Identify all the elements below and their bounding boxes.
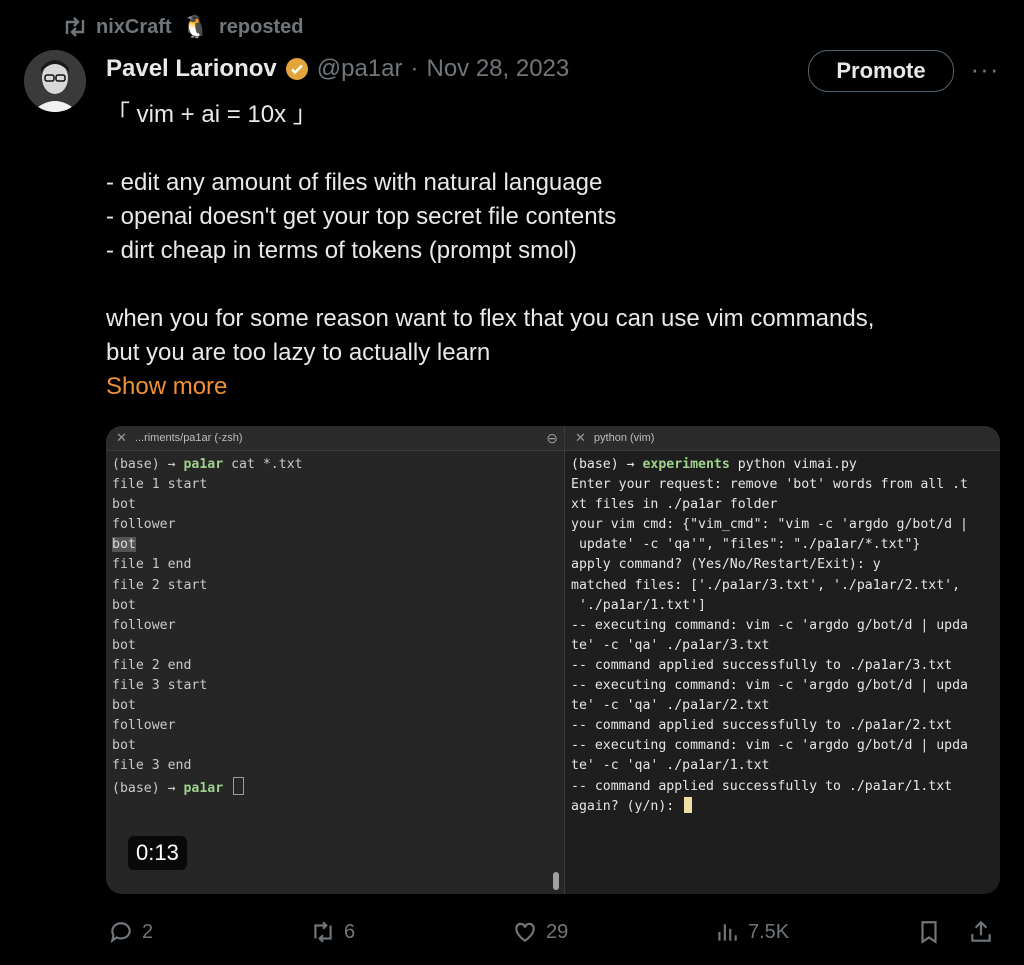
avatar-image: [24, 50, 86, 112]
views-button[interactable]: 7.5K: [714, 912, 789, 952]
terminal-line: xt files in ./pa1ar folder: [571, 497, 778, 513]
terminal-line: follower: [112, 718, 176, 734]
video-player[interactable]: ✕ ...riments/pa1ar (-zsh) ⊖ (base) → pa1…: [106, 426, 1000, 894]
terminal-cursor: [684, 796, 693, 813]
terminal-line: file 1 start: [112, 477, 208, 493]
post-date[interactable]: Nov 28, 2023: [426, 55, 569, 83]
terminal-line: -- command applied successfully to ./pa1…: [571, 718, 953, 734]
terminal-line: bot: [112, 698, 136, 714]
terminal-left-title: ...riments/pa1ar (-zsh): [134, 432, 243, 444]
author-handle[interactable]: @pa1ar: [317, 55, 403, 83]
repost-icon: [65, 17, 85, 37]
bookmark-button[interactable]: [916, 912, 942, 952]
close-icon: ✕: [575, 430, 586, 445]
terminal-line: file 3 end: [112, 758, 192, 774]
views-count: 7.5K: [748, 920, 790, 943]
terminal-line: bot: [112, 537, 136, 553]
video-duration-badge: 0:13: [128, 836, 187, 870]
reply-icon: [110, 922, 131, 944]
scrollbar[interactable]: [553, 872, 559, 890]
terminal-line: file 2 end: [112, 657, 192, 673]
terminal-line: file 3 start: [112, 678, 208, 694]
heart-icon: [515, 922, 535, 942]
repost-count: 6: [344, 920, 356, 943]
reply-button[interactable]: 2: [108, 912, 153, 952]
terminal-line: bot: [112, 497, 136, 513]
post-body: 「 vim + ai = 10x 」 - edit any amount of …: [106, 98, 986, 404]
post-line-2: - edit any amount of files with natural …: [106, 169, 603, 196]
bookmark-icon: [921, 921, 937, 944]
author-name[interactable]: Pavel Larionov: [106, 55, 277, 83]
terminal-line: te' -c 'qa' ./pa1ar/1.txt: [571, 758, 770, 774]
terminal-right-title: python (vim): [593, 432, 655, 444]
terminal-line: -- executing command: vim -c 'argdo g/bo…: [571, 678, 968, 694]
terminal-line: follower: [112, 517, 176, 533]
repost-label: reposted: [218, 15, 304, 38]
post-line-3: - openai doesn't get your top secret fil…: [106, 203, 617, 230]
terminal-left-output: (base) → pa1ar cat *.txt file 1 start bo…: [112, 457, 303, 796]
post-header: Pavel Larionov @pa1ar · Nov 28, 2023: [106, 52, 569, 86]
terminal-line: bot: [112, 597, 136, 613]
reposter-name[interactable]: nixCraft: [96, 16, 172, 39]
separator-dot: ·: [410, 55, 419, 82]
terminal-line: file 2 start: [112, 577, 208, 593]
minus-circle-icon: ⊖: [546, 430, 558, 446]
share-button[interactable]: [968, 912, 994, 952]
terminal-line: update' -c 'qa'", "files": "./pa1ar/*.tx…: [571, 537, 921, 553]
terminal-line: apply command? (Yes/No/Restart/Exit): y: [571, 557, 881, 573]
verified-badge-icon: [285, 58, 308, 80]
promote-button[interactable]: Promote: [808, 50, 954, 92]
share-icon: [971, 920, 991, 942]
terminal-line: -- command applied successfully to ./pa1…: [571, 657, 953, 673]
terminal-line: Enter your request: remove 'bot' words f…: [571, 477, 968, 493]
post-line-6: but you are too lazy to actually learn: [106, 339, 491, 366]
terminal-line: te' -c 'qa' ./pa1ar/2.txt: [571, 698, 770, 714]
terminal-right-output: (base) → experiments python vimai.py Ent…: [571, 457, 968, 814]
terminal-cursor: [233, 776, 245, 795]
terminal-line: te' -c 'qa' ./pa1ar/3.txt: [571, 637, 770, 653]
terminal-left-titlebar: ✕ ...riments/pa1ar (-zsh) ⊖: [106, 426, 564, 451]
terminal-line: bot: [112, 637, 136, 653]
penguin-emoji: 🐧: [181, 14, 209, 39]
terminal-line: follower: [112, 617, 176, 633]
terminal-line: -- command applied successfully to ./pa1…: [571, 778, 953, 794]
repost-indicator: nixCraft 🐧 reposted: [62, 12, 303, 42]
terminal-line: './pa1ar/1.txt']: [571, 597, 706, 613]
reply-count: 2: [142, 920, 154, 943]
repost-button[interactable]: 6: [310, 912, 355, 952]
close-icon: ✕: [116, 430, 127, 445]
action-bar: 2 6 29 7.5K: [0, 912, 1024, 956]
repost-icon: [314, 921, 332, 943]
post-line-5: when you for some reason want to flex th…: [106, 305, 875, 332]
views-icon: [718, 924, 737, 941]
terminal-line: matched files: ['./pa1ar/3.txt', './pa1a…: [571, 577, 961, 593]
like-count: 29: [546, 920, 569, 943]
more-options-icon[interactable]: ···: [970, 54, 1000, 84]
terminal-line: bot: [112, 738, 136, 754]
post-line-4: - dirt cheap in terms of tokens (prompt …: [106, 237, 577, 264]
terminal-line: -- executing command: vim -c 'argdo g/bo…: [571, 738, 968, 754]
avatar[interactable]: [24, 50, 86, 112]
show-more-link[interactable]: Show more: [106, 370, 986, 404]
terminal-right-pane: ✕ python (vim) (base) → experiments pyth…: [564, 426, 1000, 894]
terminal-line: your vim cmd: {"vim_cmd": "vim -c 'argdo…: [571, 517, 968, 533]
like-button[interactable]: 29: [512, 912, 568, 952]
terminal-left-pane: ✕ ...riments/pa1ar (-zsh) ⊖ (base) → pa1…: [106, 426, 564, 894]
post-line-1: 「 vim + ai = 10x 」: [106, 101, 317, 128]
terminal-line: file 1 end: [112, 557, 192, 573]
terminal-right-titlebar: ✕ python (vim): [565, 426, 1000, 451]
terminal-line: -- executing command: vim -c 'argdo g/bo…: [571, 617, 968, 633]
